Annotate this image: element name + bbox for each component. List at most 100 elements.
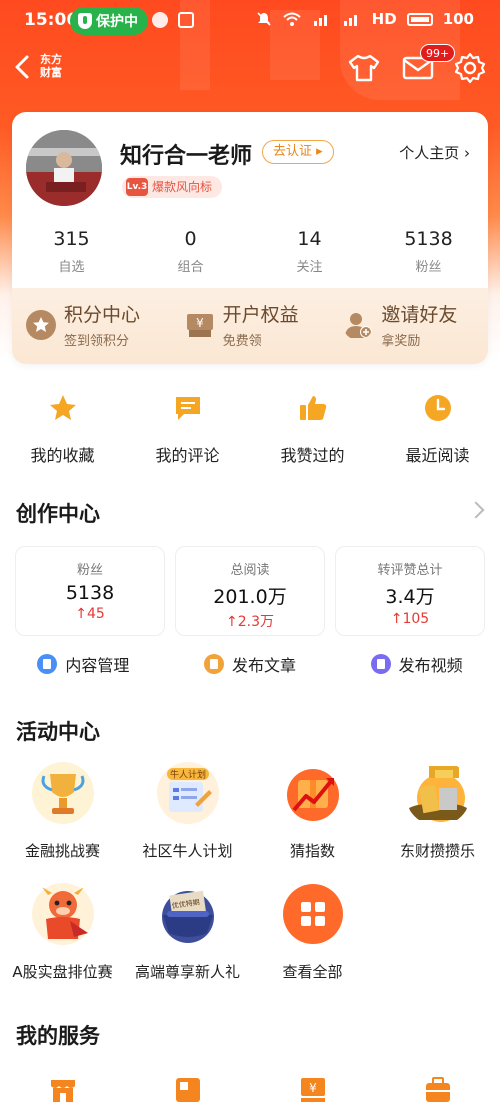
activity-guess-index[interactable]: 猜指数 [250, 760, 375, 861]
quick-links: 我的收藏 我的评论 我赞过的 最近阅读 [0, 392, 500, 466]
activity-center-title: 活动中心 [16, 720, 100, 744]
stat-watchlist[interactable]: 315 自选 [12, 228, 131, 275]
activity-finance-challenge[interactable]: 金融挑战赛 [0, 760, 125, 861]
level-badge: Lv.3 [126, 178, 148, 196]
comment-icon [175, 397, 200, 420]
activity-label: 高端尊享新人礼 [134, 963, 240, 981]
promo-title: 积分中心 [64, 304, 141, 326]
signal-4g-icon [343, 15, 357, 26]
quick-link-label: 我的收藏 [30, 446, 95, 465]
metric-delta: ↑2.3万 [226, 614, 274, 630]
invite-friends[interactable]: 邀请好友 拿奖励 [329, 288, 488, 364]
thumbs-up-icon [299, 396, 326, 420]
metric-value: 3.4万 [385, 586, 435, 608]
services-row: ¥ [0, 1076, 500, 1104]
account-benefits[interactable]: ¥ 开户权益 免费领 [171, 288, 330, 364]
service-store[interactable] [0, 1076, 125, 1104]
activity-premium-gift[interactable]: 优优特期 高端尊享新人礼 [125, 881, 250, 982]
metric-reads[interactable]: 总阅读 201.0万 ↑2.3万 [175, 546, 325, 636]
grid-icon [282, 884, 343, 944]
publish-article-button[interactable]: 发布文章 [167, 652, 334, 676]
quick-link-comments[interactable]: 我的评论 [125, 392, 250, 466]
article-icon [204, 654, 224, 674]
activity-ashare-ranking[interactable]: A股实盘排位赛 [0, 881, 125, 982]
activity-label: 查看全部 [282, 963, 343, 981]
creation-actions: 内容管理 发布文章 发布视频 [0, 652, 500, 676]
publish-video-button[interactable]: 发布视频 [333, 652, 500, 676]
stat-portfolio[interactable]: 0 组合 [131, 228, 250, 275]
stat-label: 关注 [296, 260, 323, 275]
trophy-icon [31, 762, 94, 824]
activity-label: A股实盘排位赛 [12, 963, 113, 981]
activity-label: 金融挑战赛 [24, 842, 100, 860]
metric-label: 转评赞总计 [377, 563, 443, 578]
store-icon [50, 1080, 75, 1102]
profile-card: 知行合一老师 去认证 ▸ 个人主页 › Lv.3 爆款风向标 315 自选 0 … [12, 112, 488, 364]
quick-link-liked[interactable]: 我赞过的 [250, 392, 375, 466]
signal-icon [313, 15, 327, 26]
promo-sub: 免费领 [222, 334, 262, 349]
metric-fans[interactable]: 粉丝 5138 ↑45 [15, 546, 165, 636]
stat-value: 0 [184, 228, 197, 250]
action-label: 内容管理 [65, 656, 130, 675]
activity-label: 猜指数 [289, 842, 335, 860]
stat-value: 14 [297, 228, 322, 250]
protection-label: 保护中 [96, 14, 138, 30]
status-right: HD 100 [256, 10, 474, 28]
metric-delta: ↑105 [390, 611, 430, 627]
action-label: 发布视频 [398, 656, 463, 675]
activity-bull-plan[interactable]: 牛人计划 社区牛人计划 [125, 760, 250, 861]
stat-fans[interactable]: 5138 粉丝 [369, 228, 488, 275]
svg-text:¥: ¥ [196, 316, 204, 330]
content-management-button[interactable]: 内容管理 [0, 652, 167, 676]
avatar[interactable] [26, 130, 102, 206]
metric-label: 总阅读 [230, 563, 270, 578]
chevron-right-icon[interactable] [467, 501, 485, 519]
stat-label: 组合 [177, 260, 204, 275]
yuan-box-icon: ¥ [186, 314, 213, 337]
service-finance[interactable]: ¥ [250, 1076, 375, 1104]
verify-button[interactable]: 去认证 ▸ [262, 140, 334, 164]
gear-icon[interactable] [452, 50, 488, 86]
status-bar: 15:06 保护中 HD 100 [0, 0, 500, 42]
my-services-title: 我的服务 [16, 1024, 100, 1048]
quick-link-recent[interactable]: 最近阅读 [375, 392, 500, 466]
battery-level: 100 [442, 10, 474, 28]
avatar-photo [26, 130, 102, 206]
creation-center-title: 创作中心 [16, 502, 100, 526]
quick-link-label: 最近阅读 [405, 446, 470, 465]
notification-dot-icon [152, 12, 168, 28]
metric-label: 粉丝 [76, 563, 103, 578]
promo-sub: 签到领积分 [64, 334, 130, 349]
gift-chart-icon [286, 769, 339, 821]
bull-plan-icon: 牛人计划 [156, 762, 219, 824]
service-briefcase[interactable] [375, 1076, 500, 1104]
creation-metrics: 粉丝 5138 ↑45 总阅读 201.0万 ↑2.3万 转评赞总计 3.4万 … [15, 546, 485, 636]
stat-following[interactable]: 14 关注 [250, 228, 369, 275]
stat-value: 315 [53, 228, 90, 250]
service-layout[interactable] [125, 1076, 250, 1104]
activity-label: 社区牛人计划 [142, 842, 233, 860]
clock-icon [424, 395, 451, 421]
metric-delta: ↑45 [75, 606, 105, 622]
metric-interactions[interactable]: 转评赞总计 3.4万 ↑105 [335, 546, 485, 636]
activity-dongcai-savings[interactable]: 东财攒攒乐 [375, 760, 500, 861]
battery-icon [406, 12, 433, 26]
quick-link-favorites[interactable]: 我的收藏 [0, 392, 125, 466]
activity-view-all[interactable]: 查看全部 [250, 881, 375, 982]
app-notification-icon [178, 12, 194, 28]
points-center[interactable]: 积分中心 签到领积分 [12, 288, 171, 364]
promo-sub: 拿奖励 [381, 334, 421, 349]
promo-bar: 积分中心 签到领积分 ¥ 开户权益 免费领 邀请好友 拿奖励 [12, 288, 488, 364]
back-icon[interactable] [12, 54, 34, 80]
gold-bars-icon [408, 766, 467, 822]
list-icon [37, 654, 58, 674]
app-logo: 东方财富 [40, 53, 62, 79]
skin-shirt-icon[interactable] [346, 50, 382, 86]
quick-link-label: 我的评论 [155, 446, 220, 465]
promo-title: 邀请好友 [381, 304, 458, 326]
homepage-link[interactable]: 个人主页 › [399, 142, 470, 163]
star-icon [49, 395, 76, 420]
metric-value: 5138 [65, 582, 115, 604]
mute-bell-icon [257, 12, 271, 26]
